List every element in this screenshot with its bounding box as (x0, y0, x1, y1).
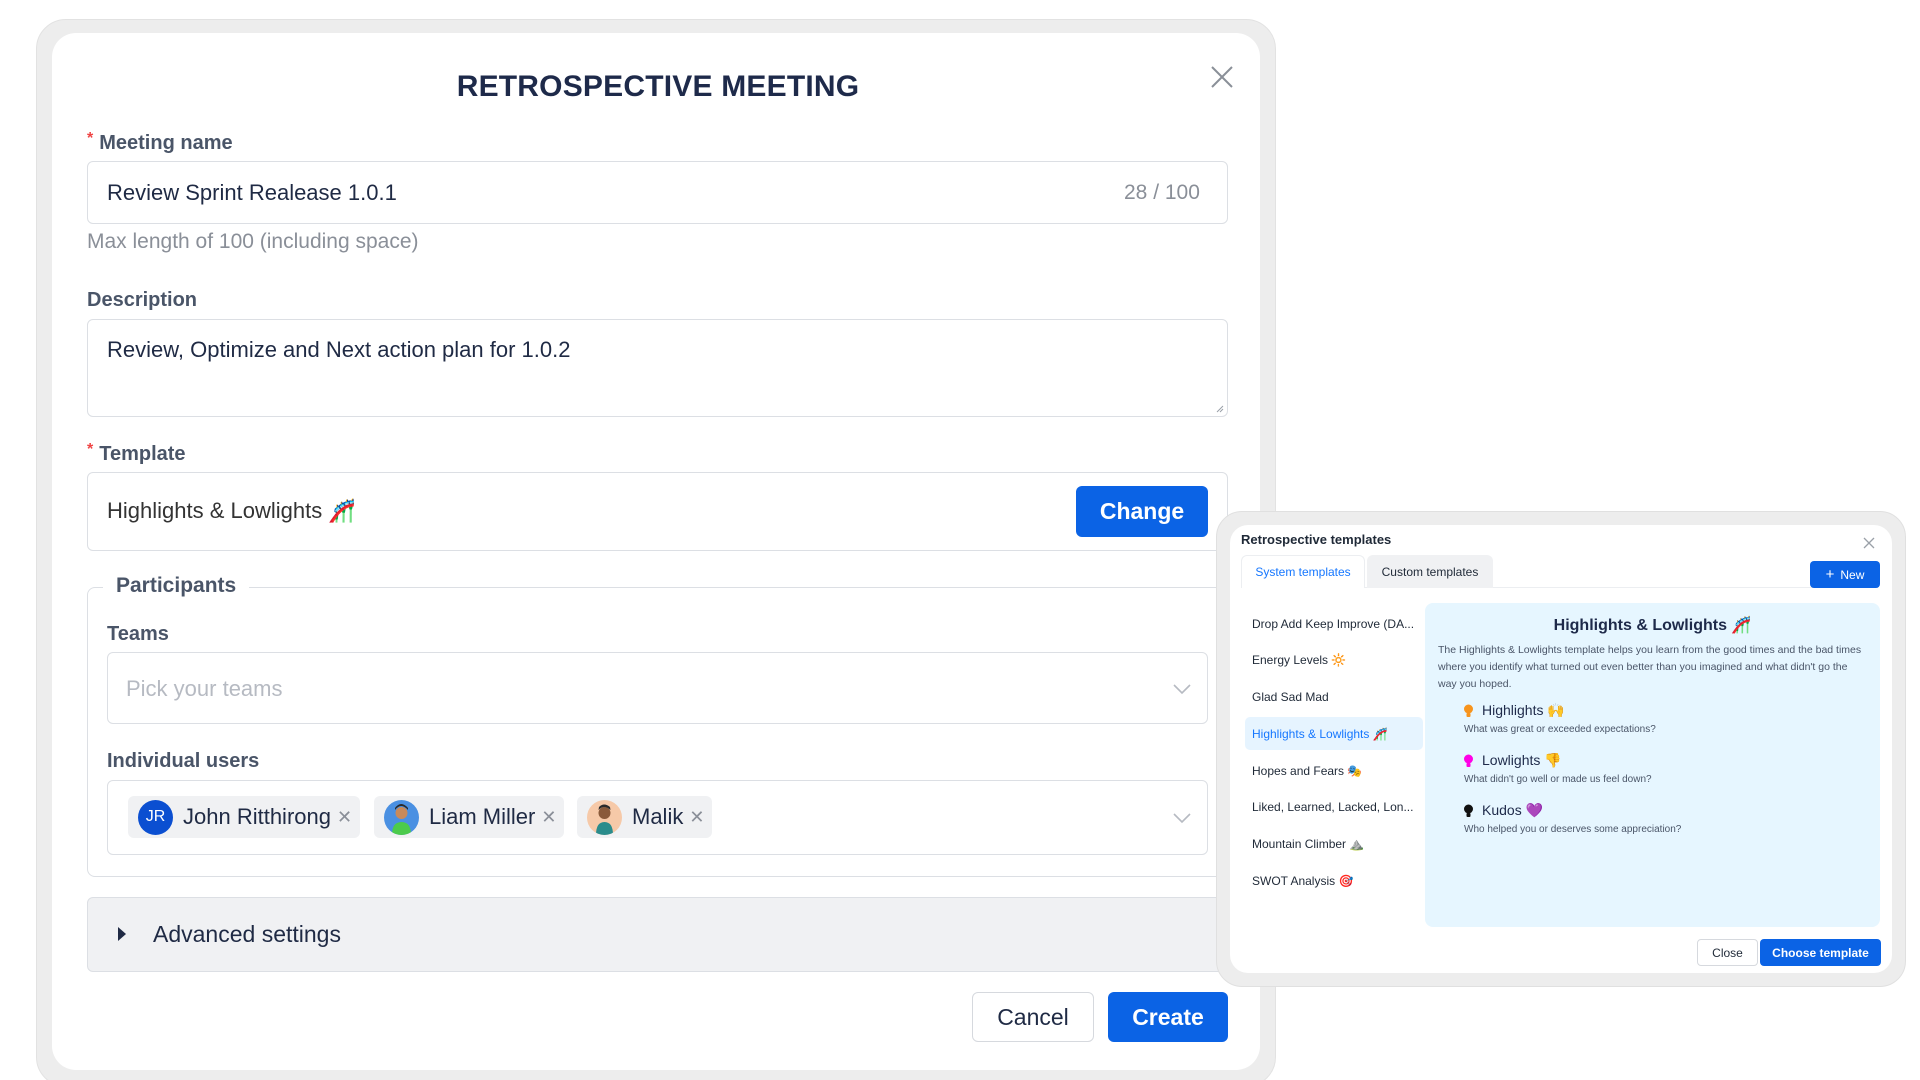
new-label: New (1840, 567, 1865, 582)
meeting-name-value[interactable]: Review Sprint Realease 1.0.1 (107, 180, 397, 206)
avatar (384, 799, 419, 835)
advanced-settings-collapse[interactable]: Advanced settings (87, 897, 1228, 972)
user-name: John Ritthirong (183, 804, 331, 829)
template-list-item[interactable]: Energy Levels 🔆 (1245, 643, 1423, 676)
template-list-item[interactable]: Mountain Climber ⛰️ (1245, 827, 1423, 860)
cancel-button[interactable]: Cancel (972, 992, 1094, 1042)
description-value[interactable]: Review, Optimize and Next action plan fo… (107, 337, 570, 363)
section-description: Who helped you or deserves some apprecia… (1464, 824, 1682, 835)
user-tag-malik: Malik ✕ (577, 796, 713, 838)
template-value: Highlights & Lowlights 🎢 (107, 498, 356, 523)
template-list-item[interactable]: Hopes and Fears 🎭 (1245, 754, 1423, 787)
section-lowlights: Lowlights 👎 (1463, 752, 1562, 769)
new-template-button[interactable]: + New (1810, 561, 1880, 588)
close-icon[interactable] (1209, 64, 1235, 90)
template-label: * Template (87, 441, 186, 465)
create-button[interactable]: Create (1108, 992, 1228, 1042)
user-tag-john: JR John Ritthirong ✕ (128, 796, 361, 838)
remove-tag-icon[interactable]: ✕ (689, 807, 704, 828)
required-mark: * (87, 441, 94, 458)
modal-title: RETROSPECTIVE MEETING (456, 70, 860, 103)
description-textarea[interactable] (87, 319, 1228, 417)
change-template-button[interactable]: Change (1076, 486, 1208, 537)
user-name: Liam Miller (429, 804, 536, 829)
section-description: What didn't go well or made us feel down… (1464, 774, 1652, 785)
teams-label: Teams (107, 623, 169, 645)
template-detail-title: Highlights & Lowlights 🎢 (1553, 617, 1752, 634)
individual-users-label: Individual users (107, 750, 260, 772)
template-list-item[interactable]: SWOT Analysis 🎯 (1245, 864, 1423, 897)
resize-handle-icon[interactable] (1214, 403, 1224, 413)
bulb-icon (1464, 704, 1473, 717)
section-kudos: Kudos 💜 (1463, 802, 1543, 819)
avatar: JR (138, 799, 173, 835)
bulb-icon (1464, 804, 1473, 817)
bulb-icon (1464, 754, 1473, 767)
character-counter: 28 / 100 (1124, 181, 1200, 204)
tab-custom-templates[interactable]: Custom templates (1367, 555, 1493, 588)
caret-right-icon (118, 927, 126, 941)
remove-tag-icon[interactable]: ✕ (337, 807, 352, 828)
chevron-down-icon[interactable] (1172, 812, 1192, 824)
close-icon[interactable] (1862, 536, 1876, 550)
participants-legend: Participants (103, 574, 250, 598)
meeting-name-helper: Max length of 100 (including space) (87, 230, 419, 253)
template-list-item-selected[interactable]: Highlights & Lowlights 🎢 (1245, 717, 1423, 750)
description-label: Description (87, 289, 198, 311)
user-tag-liam: Liam Miller ✕ (374, 796, 565, 838)
choose-template-button[interactable]: Choose template (1760, 939, 1881, 966)
templates-modal-title: Retrospective templates (1241, 532, 1392, 547)
plus-icon: + (1825, 566, 1835, 583)
section-description: What was great or exceeded expectations? (1464, 724, 1656, 735)
avatar (587, 799, 622, 835)
teams-placeholder[interactable]: Pick your teams (126, 676, 283, 702)
section-highlights: Highlights 🙌 (1463, 702, 1565, 719)
template-detail-description: The Highlights & Lowlights template help… (1438, 644, 1862, 690)
remove-tag-icon[interactable]: ✕ (541, 807, 556, 828)
required-mark: * (87, 130, 94, 147)
template-list-item[interactable]: Liked, Learned, Lacked, Lon... (1245, 790, 1423, 823)
chevron-down-icon[interactable] (1172, 683, 1192, 695)
meeting-name-label: * Meeting name (87, 130, 233, 154)
template-list-item[interactable]: Glad Sad Mad (1245, 680, 1423, 713)
advanced-settings-label: Advanced settings (153, 921, 341, 947)
user-name: Malik (632, 804, 684, 829)
template-list-item[interactable]: Drop Add Keep Improve (DA... (1245, 607, 1423, 640)
close-button[interactable]: Close (1697, 939, 1758, 966)
tab-system-templates[interactable]: System templates (1241, 555, 1365, 588)
